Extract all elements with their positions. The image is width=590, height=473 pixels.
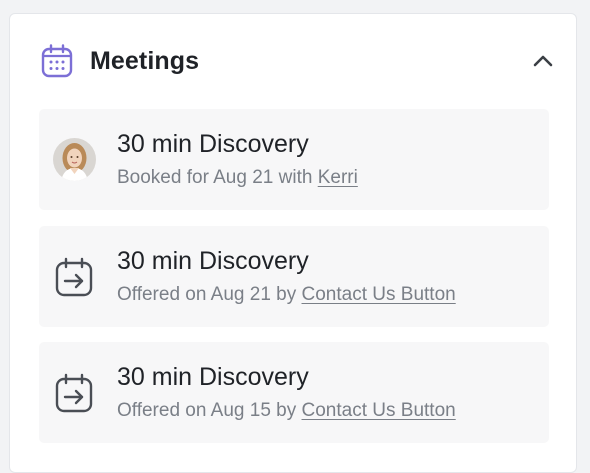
- meetings-header: Meetings: [10, 14, 576, 108]
- meeting-title: 30 min Discovery: [117, 247, 309, 275]
- avatar: [53, 138, 96, 181]
- meeting-status: Offered on Aug 15 by Contact Us Button: [117, 400, 456, 422]
- meeting-link[interactable]: Kerri: [318, 167, 358, 188]
- meeting-status-text: Offered on Aug 21 by: [117, 284, 297, 305]
- calendar-icon: [41, 44, 73, 78]
- meeting-item[interactable]: 30 min Discovery Offered on Aug 15 by Co…: [39, 342, 549, 443]
- meeting-link[interactable]: Contact Us Button: [302, 400, 456, 421]
- calendar-arrow-icon: [55, 373, 93, 413]
- meetings-panel: Meetings 30 min Discovery Booked for Aug…: [9, 13, 577, 473]
- meeting-title: 30 min Discovery: [117, 363, 309, 391]
- section-title: Meetings: [90, 47, 200, 75]
- meeting-status-text: Booked for Aug 21 with: [117, 167, 313, 188]
- meeting-title: 30 min Discovery: [117, 130, 309, 158]
- meeting-link[interactable]: Contact Us Button: [302, 284, 456, 305]
- calendar-arrow-icon: [55, 257, 93, 297]
- meeting-status-text: Offered on Aug 15 by: [117, 400, 297, 421]
- meeting-item[interactable]: 30 min Discovery Booked for Aug 21 with …: [39, 109, 549, 210]
- meeting-status: Offered on Aug 21 by Contact Us Button: [117, 284, 456, 306]
- chevron-up-icon[interactable]: [530, 50, 556, 72]
- meeting-item[interactable]: 30 min Discovery Offered on Aug 21 by Co…: [39, 226, 549, 327]
- meeting-status: Booked for Aug 21 with Kerri: [117, 167, 358, 189]
